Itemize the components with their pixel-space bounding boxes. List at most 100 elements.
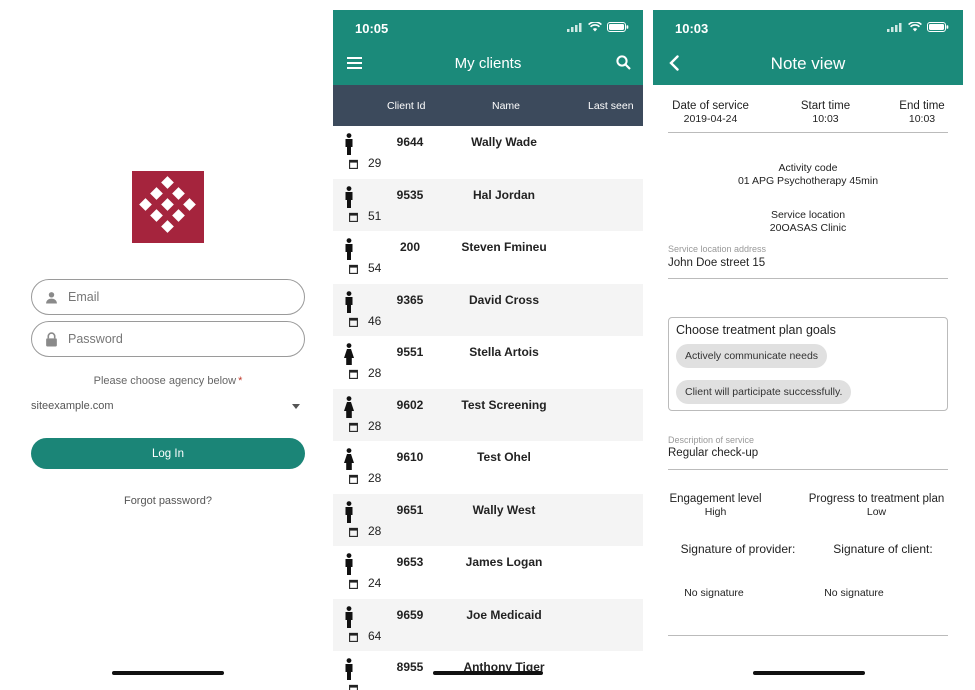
client-name: David Cross (468, 292, 540, 307)
client-id: 9610 (396, 450, 424, 464)
client-row[interactable]: 9602 Test Screening 28 (333, 388, 643, 441)
end-value: 10:03 (908, 113, 936, 125)
days-since-seen: 28 (368, 366, 382, 380)
page-title: Note view (770, 54, 846, 73)
client-name: Hal Jordan (472, 187, 535, 202)
agency-label: Please choose agency below * (31, 375, 305, 387)
activity-label: Activity code (778, 162, 838, 174)
days-since-seen: 28 (368, 471, 382, 485)
calendar-icon (349, 366, 358, 384)
engagement-level: Engagement level High (668, 493, 763, 518)
required-mark: * (238, 375, 243, 387)
calendar-icon (349, 576, 358, 594)
provider-signature-label: Signature of provider: (680, 542, 796, 556)
divider (668, 635, 948, 636)
client-id: 9365 (396, 292, 424, 307)
client-id: 9644 (396, 135, 424, 149)
client-id: 9659 (396, 607, 424, 622)
column-header-name[interactable]: Name (492, 100, 520, 112)
client-signature-label: Signature of client: (833, 542, 933, 556)
client-signature-pad[interactable]: No signature (808, 587, 900, 599)
client-name: Joe Medicaid (466, 607, 542, 622)
clients-list: 9644 Wally Wade 29 9535 Hal Jordan 51 200 Steve… (333, 126, 643, 690)
calendar-icon (349, 524, 358, 542)
agency-selected-value: siteexample.com (31, 400, 114, 412)
status-bar: 10:03 (653, 10, 963, 46)
client-row[interactable]: 200 Steven Fmineu 54 (333, 231, 643, 284)
note-screen: 10:03 Note view Date of service 2019-04-… (653, 10, 963, 690)
dropdown-caret-icon (292, 403, 300, 409)
calendar-icon (349, 471, 358, 489)
days-since-seen: 28 (368, 523, 382, 538)
location-label: Service location (770, 209, 846, 221)
client-row[interactable]: 9551 Stella Artois 28 (333, 336, 643, 389)
progress-to-plan: Progress to treatment plan Low (803, 493, 950, 518)
calendar-icon (349, 156, 358, 174)
client-row[interactable]: 9651 Wally West 28 (333, 493, 643, 546)
client-id: 200 (399, 240, 421, 254)
login-button[interactable]: Log In (31, 438, 305, 469)
home-indicator (753, 671, 865, 675)
client-name: Wally Wade (471, 135, 537, 149)
client-id: 8955 (396, 660, 424, 674)
calendar-icon (349, 419, 358, 437)
days-since-seen: 64 (368, 628, 382, 643)
service-address-field[interactable]: Service location address John Doe street… (668, 244, 948, 269)
start-time: Start time 10:03 (792, 100, 859, 125)
signal-icon (887, 22, 902, 32)
wifi-icon (588, 22, 602, 32)
provider-signature-pad[interactable]: No signature (668, 587, 760, 599)
client-row[interactable]: 9535 Hal Jordan 51 (333, 178, 643, 231)
days-since-seen: 51 (368, 208, 382, 223)
client-row[interactable]: 9610 Test Ohel 28 (333, 441, 643, 494)
clients-table-header: Client Id Name Last seen (333, 85, 643, 126)
client-row[interactable]: 9644 Wally Wade 29 (333, 126, 643, 179)
progress-value: Low (866, 506, 887, 518)
description-label: Description of service (668, 435, 755, 445)
client-id: 9551 (396, 345, 424, 359)
client-name: Test Screening (461, 397, 547, 412)
service-times: Date of service 2019-04-24 Start time 10… (668, 100, 948, 130)
agency-logo (132, 171, 204, 243)
end-time: End time 10:03 (894, 100, 950, 125)
column-header-client-id[interactable]: Client Id (387, 100, 426, 112)
activity-code: Activity code 01 APG Psychotherapy 45min (668, 162, 948, 187)
clients-app-bar: 10:05 My clients (333, 10, 643, 85)
home-indicator (433, 671, 543, 675)
activity-value: 01 APG Psychotherapy 45min (737, 175, 879, 187)
forgot-password-link[interactable]: Forgot password? (31, 495, 305, 507)
calendar-icon (349, 681, 358, 690)
service-location: Service location 20OASAS Clinic (668, 209, 948, 234)
client-row[interactable]: 9365 David Cross 46 (333, 283, 643, 336)
status-time: 10:03 (675, 21, 709, 36)
client-name: James Logan (465, 555, 543, 569)
search-icon[interactable] (616, 55, 631, 75)
divider (668, 132, 948, 133)
client-name: Test Ohel (477, 450, 531, 464)
location-value: 20OASAS Clinic (769, 222, 847, 234)
goal-chip[interactable]: Actively communicate needs (676, 344, 828, 368)
client-name: Wally West (472, 502, 536, 517)
date-value: 2019-04-24 (683, 113, 738, 125)
password-field[interactable]: Password (31, 321, 305, 357)
date-of-service: Date of service 2019-04-24 (668, 100, 753, 125)
client-row[interactable]: 9659 Joe Medicaid 64 (333, 598, 643, 651)
email-field[interactable]: Email (31, 279, 305, 315)
status-time: 10:05 (355, 21, 389, 36)
address-label: Service location address (668, 244, 767, 254)
email-placeholder: Email (68, 290, 100, 304)
home-indicator (112, 671, 224, 675)
system-icons (567, 22, 629, 32)
client-row[interactable]: 9653 James Logan 24 (333, 546, 643, 599)
days-since-seen: 54 (368, 261, 382, 275)
client-name: Steven Fmineu (461, 240, 547, 254)
signal-icon (567, 22, 582, 32)
goal-chip[interactable]: Client will participate successfully. (676, 380, 852, 404)
page-title: My clients (454, 55, 522, 72)
end-label: End time (899, 100, 945, 112)
agency-select[interactable]: siteexample.com (31, 396, 305, 416)
column-header-last-seen[interactable]: Last seen (588, 100, 634, 112)
description-field[interactable]: Description of service Regular check-up (668, 435, 948, 459)
date-label: Date of service (672, 100, 749, 112)
goals-label: Choose treatment plan goals (676, 323, 836, 337)
